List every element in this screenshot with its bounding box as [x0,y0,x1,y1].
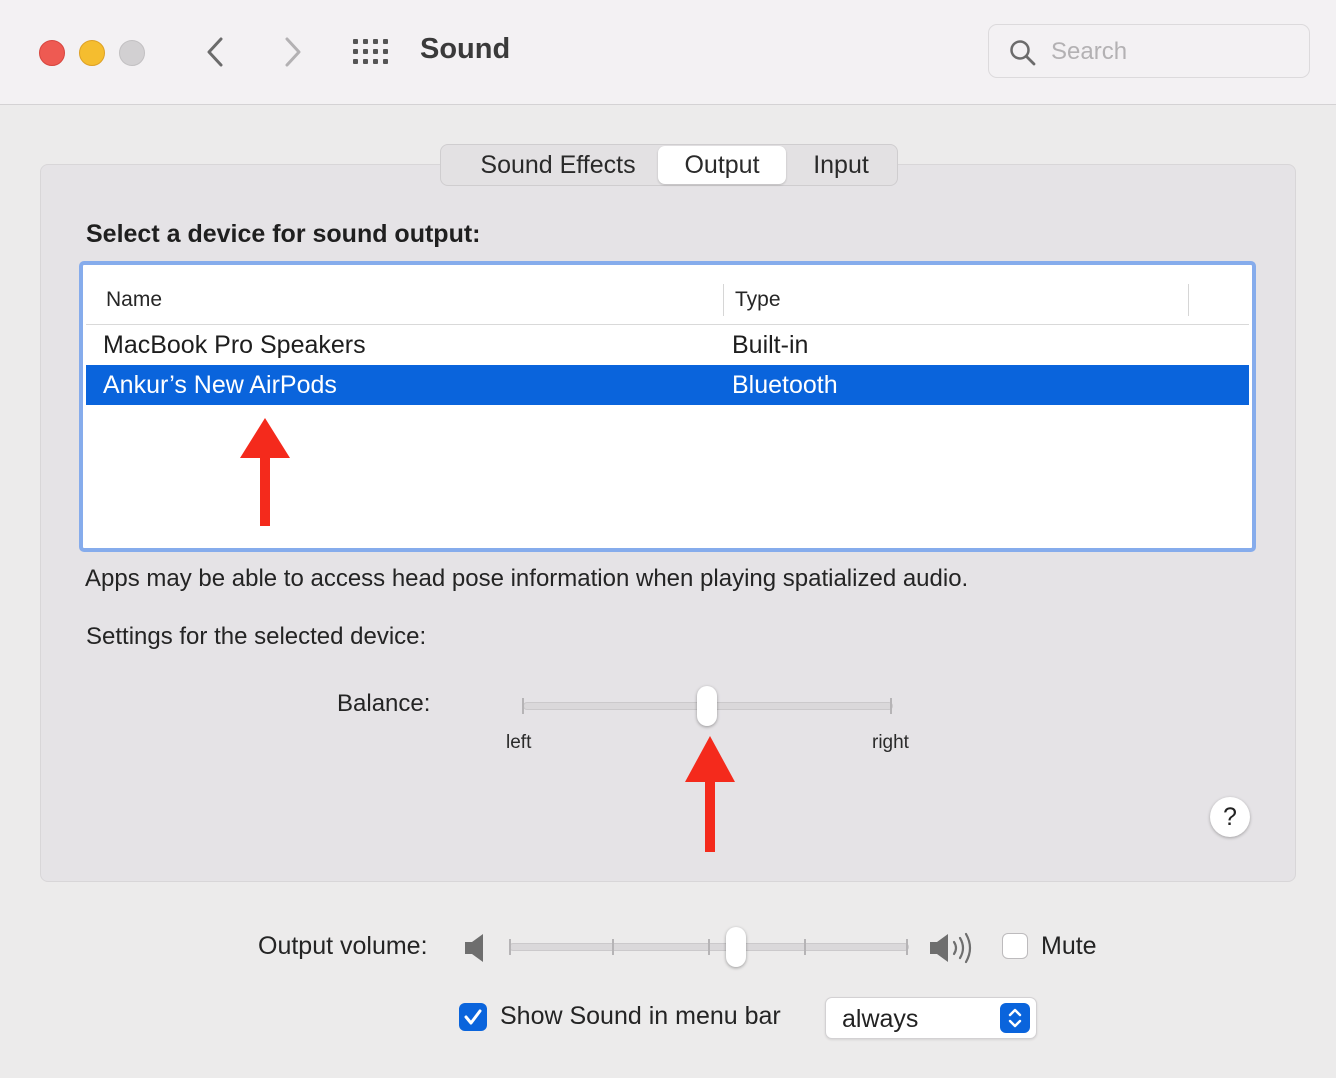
output-volume-knob[interactable] [726,927,746,967]
minimize-window-button[interactable] [79,40,105,66]
tab-output[interactable]: Output [658,146,786,184]
device-name: MacBook Pro Speakers [103,331,366,359]
tab-bar: Sound Effects Output Input [440,144,898,186]
annotation-arrow-up-icon [685,736,735,852]
tab-sound-effects[interactable]: Sound Effects [453,145,663,185]
show-all-grid-icon[interactable] [352,38,390,66]
search-field[interactable] [988,24,1310,78]
mute-label: Mute [1041,932,1097,960]
device-type: Bluetooth [732,371,838,399]
slider-tick [890,698,892,714]
close-window-button[interactable] [39,40,65,66]
show-in-menubar-checkbox[interactable] [459,1003,487,1031]
back-button[interactable] [196,32,236,72]
search-icon [1010,40,1036,66]
speaker-high-icon [930,932,972,964]
search-input[interactable] [1049,35,1293,69]
chevron-left-icon [207,37,223,67]
slider-tick [522,698,524,714]
balance-label: Balance: [337,690,431,717]
output-device-heading: Select a device for sound output: [86,220,481,248]
column-header-name[interactable]: Name [106,288,162,312]
device-row-selected[interactable]: Ankur’s New AirPods Bluetooth [86,365,1249,405]
window-title: Sound [420,33,511,65]
zoom-window-button[interactable] [119,40,145,66]
speaker-low-icon [465,934,483,962]
balance-right-label: right [872,732,909,753]
slider-tick [804,939,806,955]
slider-tick [708,939,710,955]
window-titlebar: Sound [0,0,1336,105]
device-row[interactable]: MacBook Pro Speakers Built-in [86,325,1249,365]
slider-tick [509,939,511,955]
device-type: Built-in [732,331,809,359]
device-settings-label: Settings for the selected device: [86,623,427,650]
show-in-menubar-label: Show Sound in menu bar [500,1002,781,1030]
column-divider [723,284,724,316]
mute-checkbox[interactable] [1002,933,1028,959]
column-header-type[interactable]: Type [735,288,781,312]
chevron-right-icon [285,37,301,67]
forward-button[interactable] [272,32,312,72]
help-button[interactable]: ? [1210,797,1250,837]
spatial-audio-info: Apps may be able to access head pose inf… [85,565,969,592]
slider-tick [612,939,614,955]
balance-left-label: left [506,732,532,753]
tab-input[interactable]: Input [791,145,891,185]
popup-stepper[interactable] [1000,1003,1030,1033]
column-divider [1188,284,1189,316]
menubar-visibility-popup[interactable]: always [825,997,1037,1039]
slider-tick [906,939,908,955]
checkmark-icon [464,1009,482,1025]
balance-slider-knob[interactable] [697,686,717,726]
output-volume-label: Output volume: [258,932,428,960]
annotation-arrow-up-icon [240,418,290,526]
device-name: Ankur’s New AirPods [103,371,337,399]
up-down-chevron-icon [1008,1008,1022,1028]
popup-selected-value: always [842,1005,919,1033]
